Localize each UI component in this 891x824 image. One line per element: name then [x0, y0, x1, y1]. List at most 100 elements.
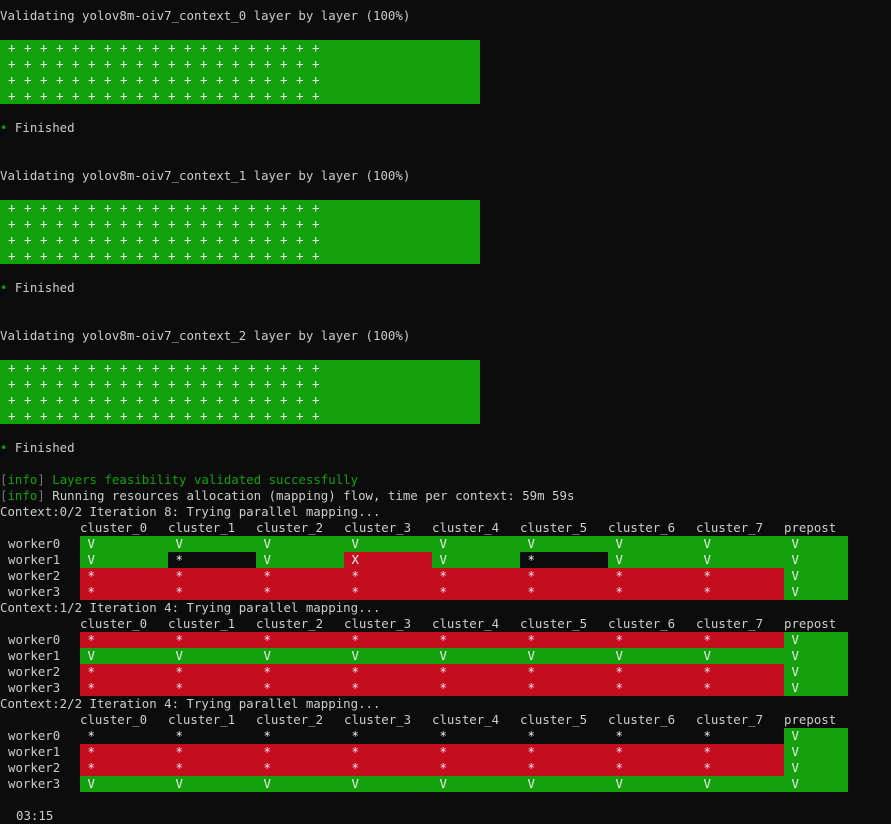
progress-mark: + [152, 88, 160, 103]
progress-mark: + [264, 56, 272, 71]
progress-mark: + [264, 72, 272, 87]
mapping-cell: V [520, 776, 608, 792]
progress-mark: + [72, 40, 80, 55]
progress-mark: + [56, 200, 64, 215]
cluster-header: cluster_5 [520, 712, 588, 727]
status-text: Finished [7, 440, 75, 455]
progress-mark: + [136, 392, 144, 407]
progress-mark: + [40, 40, 48, 55]
progress-mark: + [72, 200, 80, 215]
progress-mark: + [120, 392, 128, 407]
mapping-cell: * [608, 664, 696, 680]
progress-mark: + [136, 40, 144, 55]
mapping-cell: V [432, 552, 520, 568]
progress-mark: + [296, 360, 304, 375]
progress-mark: + [8, 72, 16, 87]
mapping-cell: V [784, 776, 848, 792]
progress-row: + + + + + + + + + + + + + + + + + + + + [0, 392, 480, 408]
mapping-cell: * [696, 632, 784, 648]
progress-mark: + [200, 200, 208, 215]
mapping-cell: * [168, 664, 256, 680]
progress-mark: + [184, 56, 192, 71]
validation-status: • Finished [0, 120, 75, 136]
progress-mark: + [280, 376, 288, 391]
cluster-header: cluster_5 [520, 520, 588, 535]
mapping-cell: V [784, 536, 848, 552]
progress-mark: + [104, 200, 112, 215]
cluster-header: cluster_3 [344, 616, 412, 631]
progress-mark: + [120, 56, 128, 71]
progress-mark: + [248, 88, 256, 103]
progress-row: + + + + + + + + + + + + + + + + + + + + [0, 360, 480, 376]
progress-mark: + [216, 72, 224, 87]
progress-mark: + [24, 88, 32, 103]
progress-mark: + [216, 40, 224, 55]
cluster-header: prepost [784, 520, 837, 535]
progress-mark: + [264, 40, 272, 55]
progress-mark: + [312, 40, 320, 55]
progress-mark: + [248, 232, 256, 247]
mapping-cell: * [608, 744, 696, 760]
progress-mark: + [248, 360, 256, 375]
progress-mark: + [136, 216, 144, 231]
worker-label: worker0 [8, 632, 61, 647]
mapping-cell: * [256, 568, 344, 584]
validation-status: • Finished [0, 280, 75, 296]
progress-mark: + [104, 72, 112, 87]
progress-mark: + [312, 360, 320, 375]
progress-mark: + [88, 248, 96, 263]
progress-mark: + [264, 376, 272, 391]
cluster-header: cluster_7 [696, 616, 764, 631]
progress-mark: + [56, 408, 64, 423]
worker-label: worker2 [8, 760, 61, 775]
progress-mark: + [296, 392, 304, 407]
cluster-header: cluster_0 [80, 520, 148, 535]
mapping-cell: * [608, 680, 696, 696]
progress-mark: + [216, 248, 224, 263]
progress-mark: + [8, 40, 16, 55]
progress-mark: + [104, 56, 112, 71]
progress-mark: + [72, 392, 80, 407]
progress-mark: + [56, 72, 64, 87]
info-line: [info] Running resources allocation (map… [0, 488, 574, 504]
mapping-cell: V [784, 584, 848, 600]
progress-mark: + [200, 232, 208, 247]
progress-mark: + [280, 408, 288, 423]
progress-mark: + [152, 72, 160, 87]
progress-mark: + [232, 216, 240, 231]
progress-mark: + [232, 72, 240, 87]
mapping-cell: V [784, 760, 848, 776]
progress-mark: + [168, 232, 176, 247]
progress-mark: + [152, 408, 160, 423]
worker-label: worker2 [8, 568, 61, 583]
mapping-cell: * [432, 632, 520, 648]
progress-mark: + [40, 248, 48, 263]
progress-mark: + [296, 200, 304, 215]
progress-mark: + [40, 360, 48, 375]
mapping-cell: * [80, 632, 168, 648]
mapping-cell: * [80, 744, 168, 760]
progress-mark: + [24, 376, 32, 391]
progress-mark: + [120, 72, 128, 87]
progress-mark: + [168, 360, 176, 375]
progress-mark: + [56, 40, 64, 55]
mapping-cell: * [432, 744, 520, 760]
progress-mark: + [88, 392, 96, 407]
progress-mark: + [152, 216, 160, 231]
mapping-cell: V [608, 536, 696, 552]
mapping-cell: V [432, 776, 520, 792]
mapping-cell: * [520, 568, 608, 584]
context-title: Context:1/2 Iteration 4: Trying parallel… [0, 600, 381, 615]
progress-mark: + [312, 72, 320, 87]
cluster-header: cluster_2 [256, 520, 324, 535]
progress-mark: + [312, 376, 320, 391]
progress-mark: + [88, 56, 96, 71]
progress-mark: + [312, 248, 320, 263]
progress-mark: + [56, 56, 64, 71]
progress-mark: + [280, 72, 288, 87]
progress-mark: + [296, 376, 304, 391]
mapping-cell: * [344, 584, 432, 600]
progress-mark: + [184, 360, 192, 375]
mapping-cell: * [432, 584, 520, 600]
progress-mark: + [168, 56, 176, 71]
